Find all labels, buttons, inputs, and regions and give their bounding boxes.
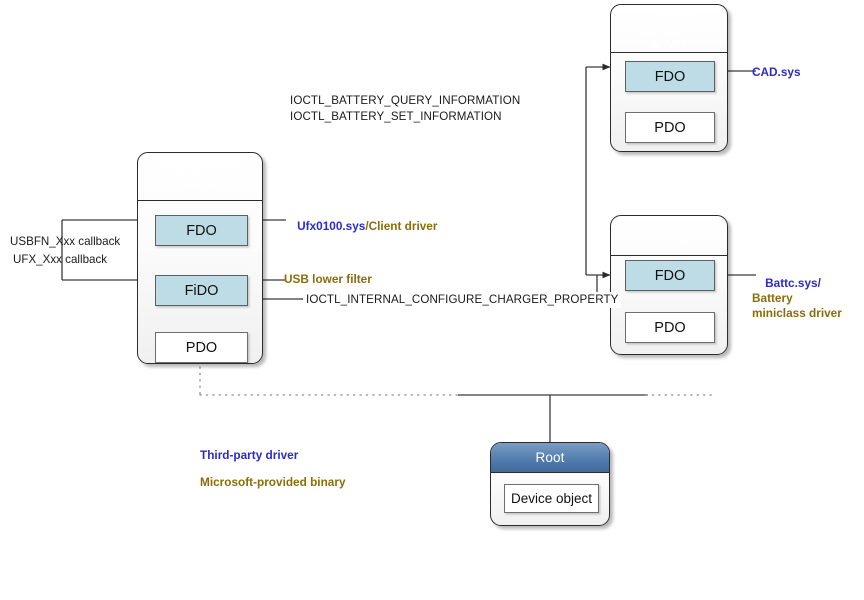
label-ioctl-battery-set: IOCTL_BATTERY_SET_INFORMATION (290, 110, 502, 123)
usb-pdo-box[interactable]: PDO (155, 332, 248, 363)
usb-fdo-box[interactable]: FDO (155, 215, 248, 246)
node-root-body: Device object (491, 473, 609, 525)
label-ioctl-battery-query: IOCTL_BATTERY_QUERY_INFORMATION (290, 94, 521, 107)
node-charging-aggregation-driver-title: Charging aggregation driver (611, 5, 727, 53)
usb-fido-box[interactable]: FiDO (155, 275, 248, 306)
cad-pdo-box[interactable]: PDO (625, 112, 715, 143)
label-ufx-driver: Ufx0100.sys/Client driver (284, 204, 437, 249)
root-device-object-box[interactable]: Device object (504, 484, 599, 513)
node-usb-function-controller-title: USB function controller (138, 153, 262, 201)
label-battc-driver: Battc.sys/ Battery miniclass driver (752, 261, 864, 336)
node-root-title: Root (491, 443, 609, 473)
label-ioctl-internal-configure-charger: IOCTL_INTERNAL_CONFIGURE_CHARGER_PROPERT… (303, 292, 622, 308)
node-charging-aggregation-driver[interactable]: Charging aggregation driver FDO PDO (610, 4, 728, 152)
node-battery-body: FDO PDO (611, 256, 727, 354)
node-battery-title: Battery (611, 216, 727, 256)
battery-fdo-box[interactable]: FDO (625, 260, 715, 291)
label-ufx-driver-blue: Ufx0100.sys (297, 219, 366, 233)
battery-pdo-box[interactable]: PDO (625, 312, 715, 343)
legend-microsoft-provided-binary: Microsoft-provided binary (200, 475, 346, 489)
label-battc-gold: Battery miniclass driver (752, 291, 842, 320)
label-ufx-driver-gold: /Client driver (365, 219, 438, 233)
legend-third-party-driver: Third-party driver (200, 448, 299, 462)
label-cad-sys: CAD.sys (752, 65, 801, 79)
label-usbfn-callback: USBFN_Xxx callback (10, 235, 121, 248)
diagram-canvas: USB function controller FDO FiDO PDO Cha… (0, 0, 864, 600)
cad-fdo-box[interactable]: FDO (625, 61, 715, 92)
label-usb-lower-filter: USB lower filter (284, 272, 372, 286)
node-battery[interactable]: Battery FDO PDO (610, 215, 728, 355)
node-usb-function-controller[interactable]: USB function controller FDO FiDO PDO (137, 152, 263, 364)
node-usb-function-controller-body: FDO FiDO PDO (138, 201, 262, 363)
label-ufx-callback: UFX_Xxx callback (13, 253, 108, 266)
node-charging-aggregation-driver-body: FDO PDO (611, 53, 727, 151)
node-root[interactable]: Root Device object (490, 442, 610, 526)
label-battc-blue: Battc.sys/ (765, 276, 821, 290)
